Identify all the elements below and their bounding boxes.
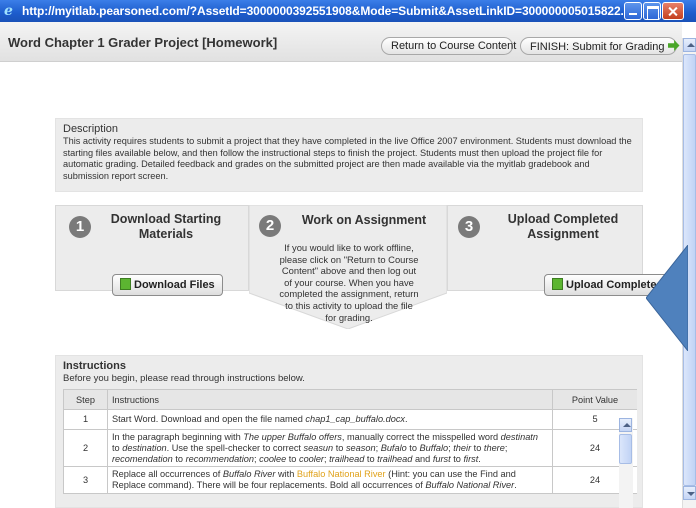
step-number: 2 bbox=[259, 215, 281, 237]
instructions-table-wrap: Step Instructions Point Value 1 Start Wo… bbox=[63, 389, 637, 508]
instruction-cell: Start Word. Download and open the file n… bbox=[107, 409, 553, 430]
download-files-label: Download Files bbox=[134, 279, 215, 291]
step-cell: 2 bbox=[63, 428, 108, 468]
arrow-right-icon bbox=[667, 40, 680, 51]
instruction-cell: Replace all occurrences of Buffalo River… bbox=[107, 466, 553, 494]
window-title: http://myitlab.pearsoned.com/?AssetId=30… bbox=[22, 4, 631, 18]
download-files-button[interactable]: Download Files bbox=[112, 274, 223, 296]
maximize-button[interactable] bbox=[643, 2, 661, 20]
table-row: 2 In the paragraph beginning with The up… bbox=[63, 428, 637, 468]
table-header-row: Step Instructions Point Value bbox=[63, 389, 637, 410]
scroll-up-icon[interactable] bbox=[683, 38, 696, 52]
steps-panel: 1 Download Starting Materials Download F… bbox=[55, 205, 686, 329]
step-cell: 1 bbox=[63, 409, 108, 430]
instruction-cell: In the paragraph beginning with The uppe… bbox=[107, 428, 553, 468]
description-panel: Description This activity requires stude… bbox=[55, 118, 643, 192]
step-download: 1 Download Starting Materials Download F… bbox=[55, 205, 249, 296]
finish-label: FINISH: Submit for Grading bbox=[530, 41, 665, 53]
upload-icon bbox=[552, 278, 563, 290]
instructions-table: Step Instructions Point Value 1 Start Wo… bbox=[63, 389, 637, 494]
column-header: Step bbox=[63, 389, 108, 410]
instruction-text-2: In the paragraph beginning with The uppe… bbox=[112, 432, 538, 464]
instructions-subtitle: Before you begin, please read through in… bbox=[63, 373, 305, 384]
step-upload: 3 Upload Completed Assignment Upload Com… bbox=[447, 205, 686, 296]
window-title-bar: e http://myitlab.pearsoned.com/?AssetId=… bbox=[0, 0, 696, 22]
step-cell: 3 bbox=[63, 466, 108, 494]
scroll-down-icon[interactable] bbox=[683, 486, 696, 500]
minimize-button[interactable] bbox=[624, 2, 642, 20]
step-work: 2 Work on Assignment If you would like t… bbox=[249, 205, 447, 323]
description-body: This activity requires students to submi… bbox=[63, 136, 632, 181]
page-title: Word Chapter 1 Grader Project [Homework] bbox=[8, 35, 278, 50]
column-header: Point Value bbox=[552, 389, 637, 410]
description-heading: Description bbox=[63, 123, 119, 135]
table-row: 1 Start Word. Download and open the file… bbox=[63, 409, 637, 430]
instructions-panel: Instructions Before you begin, please re… bbox=[55, 355, 643, 508]
callout-arrow-icon bbox=[646, 245, 688, 351]
scroll-thumb[interactable] bbox=[619, 434, 632, 464]
instruction-text-3: Replace all occurrences of Buffalo River… bbox=[112, 469, 517, 491]
step-title: Upload Completed Assignment bbox=[507, 212, 619, 241]
finish-submit-button[interactable]: FINISH: Submit for Grading bbox=[520, 37, 680, 55]
table-row: 3 Replace all occurrences of Buffalo Riv… bbox=[63, 466, 637, 494]
instruction-text-1: Start Word. Download and open the file n… bbox=[112, 414, 408, 425]
return-to-course-content-button[interactable]: Return to Course Content bbox=[381, 37, 516, 55]
instructions-heading: Instructions bbox=[63, 360, 126, 372]
page-header: Word Chapter 1 Grader Project [Homework]… bbox=[0, 22, 682, 62]
download-icon bbox=[120, 278, 131, 290]
step-number: 1 bbox=[69, 216, 91, 238]
step-title: Work on Assignment bbox=[301, 213, 427, 227]
column-header: Instructions bbox=[107, 389, 553, 410]
table-scrollbar[interactable] bbox=[619, 418, 633, 508]
internet-explorer-icon: e bbox=[4, 3, 13, 19]
close-window-button[interactable] bbox=[662, 2, 684, 20]
scroll-up-icon[interactable] bbox=[619, 418, 632, 432]
step-title: Download Starting Materials bbox=[110, 212, 222, 241]
step-number: 3 bbox=[458, 216, 480, 238]
step-work-text: If you would like to work offline, pleas… bbox=[279, 242, 419, 323]
